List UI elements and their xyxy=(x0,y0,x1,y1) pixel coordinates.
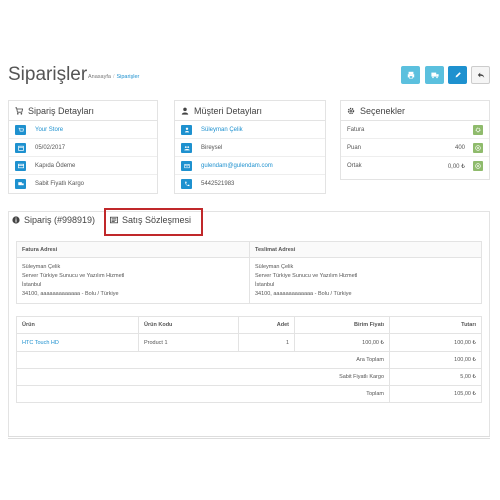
options-title: Seçenekler xyxy=(360,105,406,116)
edit-button[interactable] xyxy=(448,66,467,84)
user-icon xyxy=(181,107,189,115)
print-icon xyxy=(407,71,414,79)
cart-icon xyxy=(15,106,23,115)
product-total: 100,00 ₺ xyxy=(389,333,482,352)
options-panel: Seçenekler Fatura Puan 400 Ortak 0,00 ₺ xyxy=(340,100,490,180)
envelope-icon xyxy=(181,160,192,171)
breadcrumb: Anasayfa / Siparişler xyxy=(88,74,140,80)
product-link[interactable]: HTC Touch HD xyxy=(16,333,139,352)
shipping-total-row: Sabit Fiyatlı Kargo 5,00 ₺ xyxy=(16,368,482,386)
highlight-annotation xyxy=(104,208,203,236)
customer-email-row: gulendam@gulendam.com xyxy=(175,157,325,175)
shipping-address-cell: Süleyman Çelik Server Türkiye Sunucu ve … xyxy=(249,257,482,304)
user-icon xyxy=(181,124,192,135)
order-details-panel: Sipariş Detayları Your Store 05/02/2017 … xyxy=(8,100,158,194)
store-link[interactable]: Your Store xyxy=(35,127,63,133)
billing-address-cell: Süleyman Çelik Server Türkiye Sunucu ve … xyxy=(16,257,250,304)
print-invoice-button[interactable] xyxy=(401,66,420,84)
option-affiliate-value: 0,00 ₺ xyxy=(447,163,465,170)
breadcrumb-home[interactable]: Anasayfa xyxy=(88,74,111,80)
address-table: Fatura Adresi Teslimat Adresi Süleyman Ç… xyxy=(16,241,482,304)
date-row: 05/02/2017 xyxy=(9,139,157,157)
option-invoice-label: Fatura xyxy=(347,126,365,133)
plus-circle-icon xyxy=(475,144,481,151)
option-affiliate-label: Ortak xyxy=(347,163,362,169)
grand-total-label: Toplam xyxy=(16,385,390,403)
option-invoice-row: Fatura xyxy=(341,121,489,139)
back-button[interactable] xyxy=(471,66,490,84)
breadcrumb-orders[interactable]: Siparişler xyxy=(116,74,139,80)
product-unit-price: 100,00 ₺ xyxy=(294,333,390,352)
store-row: Your Store xyxy=(9,121,157,139)
info-circle-icon xyxy=(12,216,20,224)
generate-invoice-button[interactable] xyxy=(473,124,483,135)
calendar-icon xyxy=(15,142,26,153)
payment-row: Kapıda Ödeme xyxy=(9,157,157,175)
product-code: Product 1 xyxy=(138,333,239,352)
customer-details-panel: Müşteri Detayları Süleyman Çelik Bireyse… xyxy=(174,100,326,194)
gear-icon xyxy=(347,107,355,115)
tab-order[interactable]: Sipariş (#998919) xyxy=(12,215,95,225)
phone-icon xyxy=(181,179,192,189)
shipping-total-value: 5,00 ₺ xyxy=(389,368,482,386)
customer-group: Bireysel xyxy=(201,144,223,151)
subtotal-label: Ara Toplam xyxy=(16,351,390,369)
shipping-address-header: Teslimat Adresi xyxy=(249,241,482,258)
grand-total-value: 105,00 ₺ xyxy=(389,385,482,403)
option-points-label: Puan xyxy=(347,144,362,151)
table-row: HTC Touch HD Product 1 1 100,00 ₺ 100,00… xyxy=(16,333,482,352)
gear-icon xyxy=(475,127,481,132)
col-total: Tutarı xyxy=(389,316,482,334)
option-points-row: Puan 400 xyxy=(341,139,489,157)
group-icon xyxy=(181,142,192,153)
order-tabs: Sipariş (#998919) Satış Sözleşmesi xyxy=(8,211,490,231)
subtotal-value: 100,00 ₺ xyxy=(389,351,482,369)
reply-icon xyxy=(477,72,484,78)
grand-total-row: Toplam 105,00 ₺ xyxy=(16,385,482,403)
page-title: Siparişler xyxy=(8,64,88,85)
add-commission-button[interactable] xyxy=(473,161,483,171)
shipping-row: Sabit Fiyatlı Kargo xyxy=(9,175,157,193)
customer-details-title: Müşteri Detayları xyxy=(194,105,263,116)
tab-order-label: Sipariş (#998919) xyxy=(24,215,96,225)
option-affiliate-row: Ortak 0,00 ₺ xyxy=(341,157,489,175)
col-product-code: Ürün Kodu xyxy=(138,316,239,334)
subtotal-row: Ara Toplam 100,00 ₺ xyxy=(16,351,482,369)
divider xyxy=(8,436,490,439)
customer-name-row: Süleyman Çelik xyxy=(175,121,325,139)
pencil-icon xyxy=(455,72,461,78)
col-unit-price: Birim Fiyatı xyxy=(294,316,390,334)
customer-name-link[interactable]: Süleyman Çelik xyxy=(201,127,243,133)
cart-icon xyxy=(15,124,26,135)
page-header: Siparişler Anasayfa / Siparişler xyxy=(0,56,500,96)
plus-circle-icon xyxy=(475,163,481,169)
customer-group-row: Bireysel xyxy=(175,139,325,157)
customer-phone-row: 5442521983 xyxy=(175,175,325,193)
credit-card-icon xyxy=(15,160,26,171)
customer-phone: 5442521983 xyxy=(201,181,235,187)
option-points-value: 400 xyxy=(454,144,465,151)
print-shipping-button[interactable] xyxy=(425,66,444,84)
order-details-title: Sipariş Detayları xyxy=(28,105,95,116)
truck-icon xyxy=(15,179,26,189)
customer-email-link[interactable]: gulendam@gulendam.com xyxy=(201,163,273,169)
shipping-method: Sabit Fiyatlı Kargo xyxy=(35,181,85,187)
product-qty: 1 xyxy=(238,333,295,352)
add-points-button[interactable] xyxy=(473,142,483,153)
col-product: Ürün xyxy=(16,316,139,334)
products-table: Ürün Ürün Kodu Adet Birim Fiyatı Tutarı … xyxy=(16,316,482,403)
col-quantity: Adet xyxy=(238,316,295,334)
order-date: 05/02/2017 xyxy=(35,144,66,151)
shipping-total-label: Sabit Fiyatlı Kargo xyxy=(16,368,390,386)
truck-icon xyxy=(430,72,439,79)
billing-address-header: Fatura Adresi xyxy=(16,241,250,258)
payment-method: Kapıda Ödeme xyxy=(35,162,76,169)
